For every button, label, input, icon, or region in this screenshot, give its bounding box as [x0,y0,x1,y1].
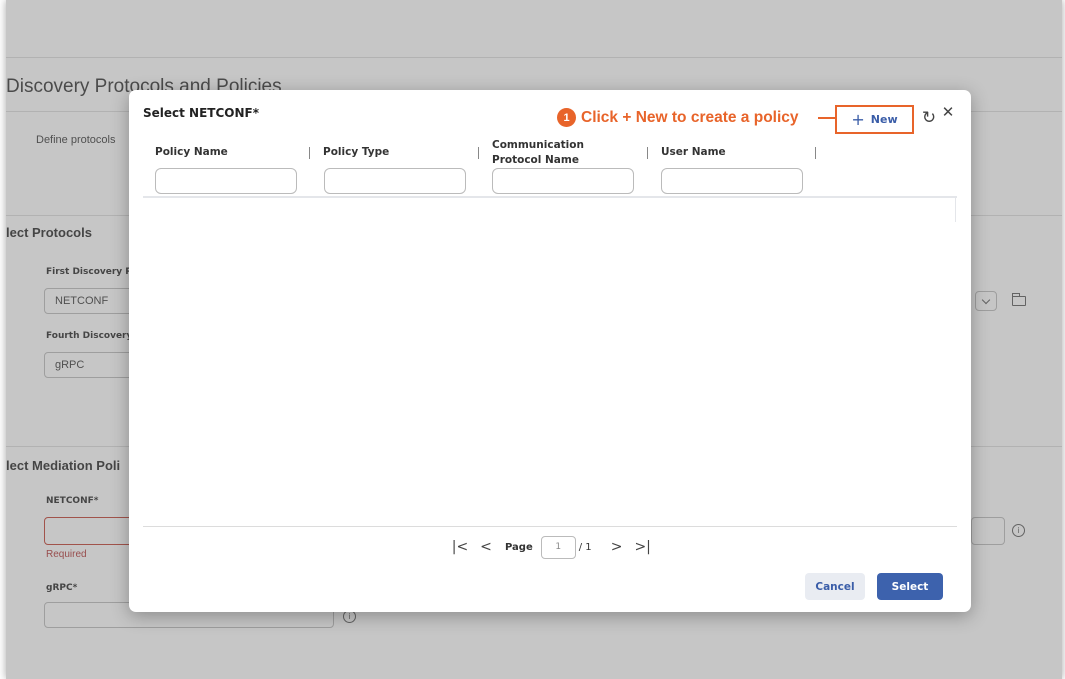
table-body [143,198,955,526]
last-page-icon[interactable]: >| [630,539,656,555]
table-edge [955,198,956,222]
select-button[interactable]: Select [877,573,943,600]
callout-connector [818,117,835,119]
callout-number: 1 [557,108,576,127]
dialog-title: Select NETCONF* [143,106,260,120]
cancel-button[interactable]: Cancel [805,573,865,600]
protocol-name-filter-input[interactable] [492,168,634,194]
column-divider[interactable] [309,147,310,159]
column-divider[interactable] [647,147,648,159]
column-header-communication-protocol-name[interactable]: Communication Protocol Name [492,138,602,168]
column-divider[interactable] [478,147,479,159]
new-policy-button[interactable]: + New [835,105,914,134]
policy-type-filter-input[interactable] [324,168,466,194]
callout-text: Click + New to create a policy [581,108,799,126]
page-number-input[interactable]: 1 [540,535,576,559]
next-page-icon[interactable]: > [604,539,630,555]
table-footer-border [143,526,957,527]
column-divider[interactable] [815,147,816,159]
user-name-filter-input[interactable] [661,168,803,194]
column-header-user-name[interactable]: User Name [661,146,726,158]
policy-name-filter-input[interactable] [155,168,297,194]
pagination: |< < Page 1 / 1 > >| [447,534,656,560]
first-page-icon[interactable]: |< [447,539,473,555]
select-netconf-dialog: Select NETCONF* 1 Click + New to create … [129,90,971,612]
instruction-callout: 1 Click + New to create a policy [557,108,799,127]
new-button-label: New [870,113,898,126]
close-icon[interactable]: ✕ [939,102,957,122]
refresh-icon[interactable]: ↻ [918,106,940,130]
column-header-policy-name[interactable]: Policy Name [155,146,228,158]
previous-page-icon[interactable]: < [473,539,499,555]
column-header-policy-type[interactable]: Policy Type [323,146,389,158]
page-label: Page [505,541,533,553]
plus-icon: + [851,109,865,129]
page-total: / 1 [578,541,592,553]
